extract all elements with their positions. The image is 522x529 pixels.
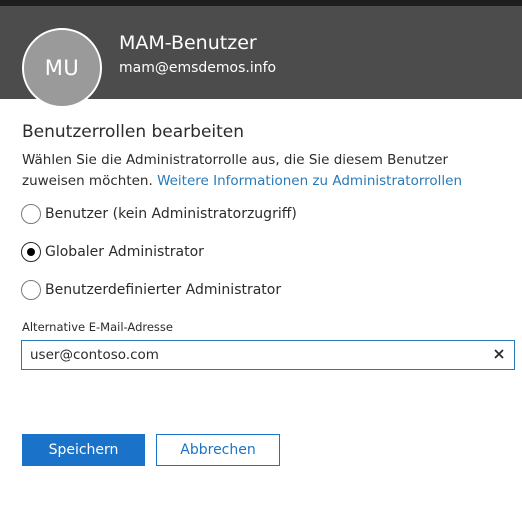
alternate-email-field-wrapper xyxy=(21,340,515,370)
radio-button-unchecked[interactable] xyxy=(21,280,41,300)
alternate-email-input[interactable] xyxy=(30,341,490,369)
cancel-button[interactable]: Abbrechen xyxy=(156,434,280,466)
role-label: Globaler Administrator xyxy=(45,244,204,260)
alternate-email-label: Alternative E-Mail-Adresse xyxy=(22,320,173,334)
role-label: Benutzerdefinierter Administrator xyxy=(45,282,282,298)
radio-button-unchecked[interactable] xyxy=(21,204,41,224)
save-button[interactable]: Speichern xyxy=(22,434,145,466)
role-option-custom-admin[interactable]: Benutzerdefinierter Administrator xyxy=(21,280,281,300)
avatar: MU xyxy=(22,28,102,108)
avatar-initials: MU xyxy=(44,56,80,80)
user-name: MAM-Benutzer xyxy=(119,32,257,54)
role-option-global-admin[interactable]: Globaler Administrator xyxy=(21,242,204,262)
role-option-user[interactable]: Benutzer (kein Administratorzugriff) xyxy=(21,204,297,224)
learn-more-link[interactable]: Weitere Informationen zu Administratorro… xyxy=(157,173,462,189)
user-email: mam@emsdemos.info xyxy=(119,60,277,76)
close-icon[interactable] xyxy=(491,346,507,362)
section-description: Wählen Sie die Administratorrolle aus, d… xyxy=(22,150,502,192)
section-title: Benutzerrollen bearbeiten xyxy=(22,122,245,142)
radio-button-checked[interactable] xyxy=(21,242,41,262)
role-label: Benutzer (kein Administratorzugriff) xyxy=(45,206,297,222)
